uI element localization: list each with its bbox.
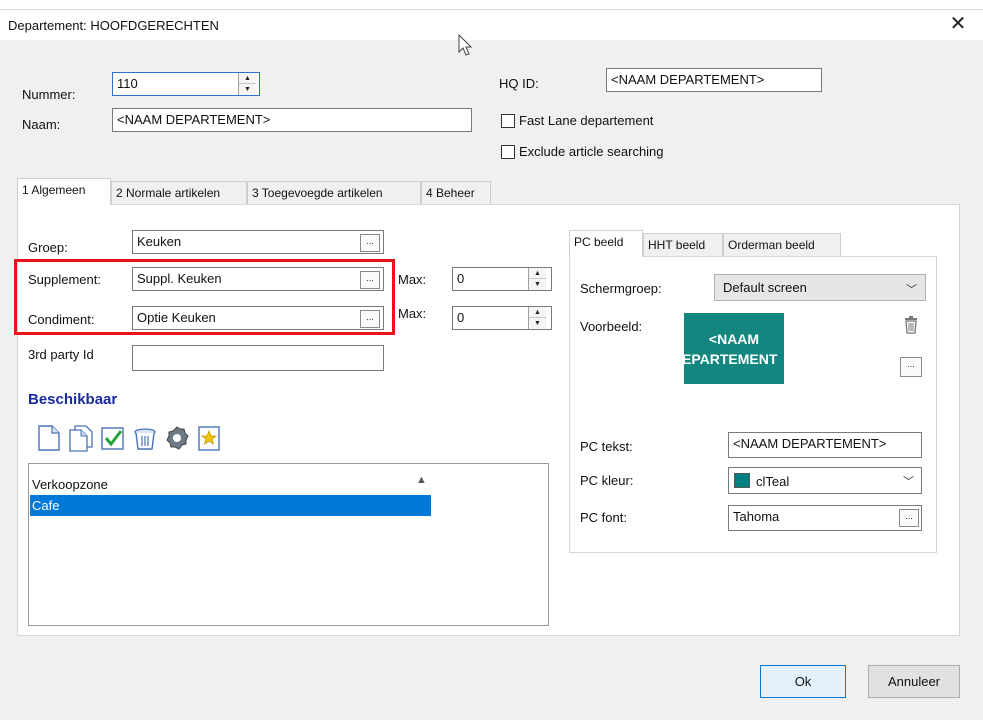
sort-ascending-icon[interactable]: ▲ [416, 474, 427, 486]
ok-button[interactable]: Ok [760, 665, 846, 698]
pcfont-browse-button[interactable]: ... [899, 509, 919, 527]
spin-down-icon[interactable]: ▼ [529, 279, 546, 290]
gear-icon[interactable] [164, 424, 190, 452]
thirdparty-field[interactable] [132, 345, 384, 371]
pctekst-label: PC tekst: [580, 439, 633, 454]
cancel-button[interactable]: Annuleer [868, 665, 960, 698]
pckleur-label: PC kleur: [580, 473, 634, 488]
mouse-cursor-icon [458, 34, 473, 56]
tab-hht-beeld[interactable]: HHT beeld [643, 233, 723, 257]
supplement-max-value: 0 [457, 271, 465, 286]
new-doc-icon[interactable] [36, 424, 62, 452]
condiment-value: Optie Keuken [137, 310, 216, 325]
supplement-browse-button[interactable]: ... [360, 271, 380, 289]
hqid-label: HQ ID: [499, 76, 539, 91]
pctekst-value: <NAAM DEPARTEMENT> [733, 436, 887, 451]
spin-down-icon[interactable]: ▼ [239, 84, 256, 95]
supplement-label: Supplement: [28, 272, 101, 287]
schermgroep-value: Default screen [723, 280, 807, 295]
nummer-value: 110 [117, 76, 138, 91]
condiment-browse-button[interactable]: ... [360, 310, 380, 328]
trash-icon[interactable] [903, 316, 919, 334]
preview-line-1: <NAAM [708, 331, 760, 347]
spin-up-icon[interactable]: ▲ [239, 73, 256, 84]
groep-browse-button[interactable]: ... [360, 234, 380, 252]
spin-down-icon[interactable]: ▼ [529, 318, 546, 329]
star-doc-icon[interactable] [196, 424, 222, 452]
window-title: Departement: HOOFDGERECHTEN [8, 18, 219, 33]
nummer-label: Nummer: [22, 87, 76, 102]
pctekst-field[interactable]: <NAAM DEPARTEMENT> [728, 432, 922, 458]
tab-pc-beeld[interactable]: PC beeld [569, 230, 643, 257]
hqid-field[interactable]: <NAAM DEPARTEMENT> [606, 68, 822, 92]
tab-orderman-beeld[interactable]: Orderman beeld [723, 233, 841, 257]
pcfont-field[interactable]: Tahoma [728, 505, 922, 531]
fastlane-checkbox[interactable] [501, 114, 515, 128]
nummer-spinner[interactable]: ▲ ▼ [238, 73, 256, 95]
condiment-field[interactable]: Optie Keuken [132, 306, 384, 330]
condiment-max-label: Max: [398, 306, 427, 321]
thirdparty-label: 3rd party Id [28, 347, 94, 362]
preview-browse-button[interactable]: ... [900, 357, 922, 377]
voorbeeld-label: Voorbeeld: [580, 319, 643, 334]
supplement-max-spinner[interactable]: ▲ ▼ [528, 268, 546, 290]
preview-line-2: EPARTEMENT [684, 351, 778, 367]
hqid-value: <NAAM DEPARTEMENT> [611, 72, 765, 87]
supplement-field[interactable]: Suppl. Keuken [132, 267, 384, 291]
tab-algemeen[interactable]: 1 Algemeen [17, 178, 111, 205]
tab-toegevoegde-artikelen[interactable]: 3 Toegevoegde artikelen [247, 181, 421, 205]
schermgroep-select[interactable]: Default screen [714, 274, 926, 301]
condiment-label: Condiment: [28, 312, 95, 327]
exclude-checkbox[interactable] [501, 145, 515, 159]
groep-label: Groep: [28, 240, 68, 255]
list-item-selected-bg [30, 495, 431, 516]
list-item[interactable]: Cafe [32, 498, 59, 513]
chevron-down-icon[interactable]: ﹀ [903, 473, 914, 489]
trash-icon[interactable] [132, 424, 158, 452]
copy-doc-icon[interactable] [68, 424, 94, 452]
close-button[interactable]: ✕ [946, 12, 970, 36]
beschikbaar-title: Beschikbaar [28, 391, 118, 408]
top-divider [0, 9, 983, 10]
chevron-down-icon[interactable]: ﹀ [906, 281, 917, 297]
pcfont-value: Tahoma [733, 509, 780, 524]
pcfont-label: PC font: [580, 510, 627, 525]
fastlane-label: Fast Lane departement [519, 113, 654, 128]
groep-value: Keuken [137, 234, 182, 249]
condiment-max-spinner[interactable]: ▲ ▼ [528, 307, 546, 329]
spin-up-icon[interactable]: ▲ [529, 268, 546, 279]
preview-tile: <NAAM EPARTEMENT [684, 313, 784, 384]
supplement-value: Suppl. Keuken [137, 271, 222, 286]
color-swatch [734, 473, 750, 488]
pckleur-value: clTeal [756, 474, 790, 489]
verkoopzone-column-header[interactable]: Verkoopzone [32, 477, 108, 492]
check-icon[interactable] [100, 424, 126, 452]
condiment-max-value: 0 [457, 310, 465, 325]
exclude-label: Exclude article searching [519, 144, 664, 159]
tab-beheer[interactable]: 4 Beheer [421, 181, 491, 205]
naam-field[interactable]: <NAAM DEPARTEMENT> [112, 108, 472, 132]
tab-normale-artikelen[interactable]: 2 Normale artikelen [111, 181, 247, 205]
naam-value: <NAAM DEPARTEMENT> [117, 112, 271, 127]
spin-up-icon[interactable]: ▲ [529, 307, 546, 318]
supplement-max-label: Max: [398, 272, 427, 287]
naam-label: Naam: [22, 117, 61, 132]
schermgroep-label: Schermgroep: [580, 281, 662, 296]
groep-field[interactable]: Keuken [132, 230, 384, 254]
